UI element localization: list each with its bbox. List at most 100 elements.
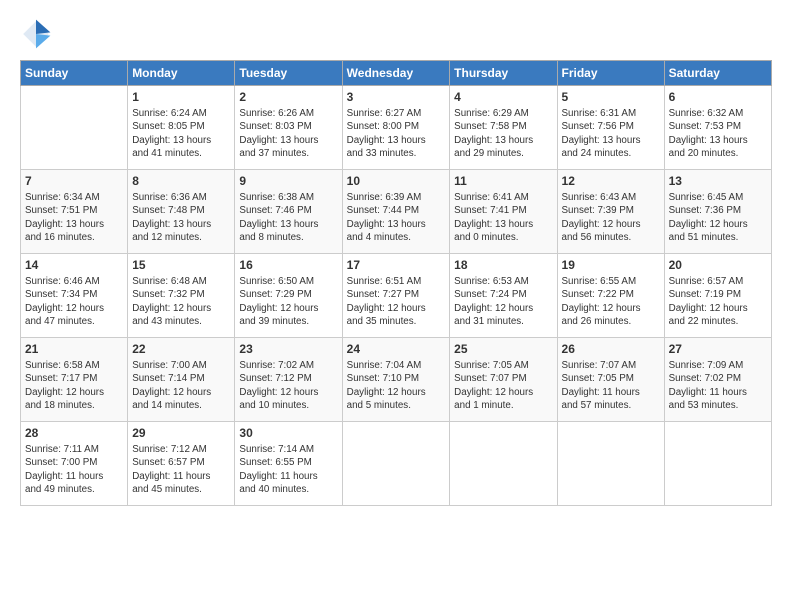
day-number: 25 <box>454 341 552 357</box>
weekday-header: Monday <box>128 61 235 86</box>
day-number: 20 <box>669 257 767 273</box>
day-info: Sunrise: 7:09 AM Sunset: 7:02 PM Dayligh… <box>669 360 747 411</box>
day-number: 10 <box>347 173 446 189</box>
calendar-cell: 22Sunrise: 7:00 AM Sunset: 7:14 PM Dayli… <box>128 338 235 422</box>
calendar-cell: 2Sunrise: 6:26 AM Sunset: 8:03 PM Daylig… <box>235 86 342 170</box>
day-number: 15 <box>132 257 230 273</box>
day-number: 1 <box>132 89 230 105</box>
day-info: Sunrise: 6:38 AM Sunset: 7:46 PM Dayligh… <box>239 192 318 243</box>
day-number: 29 <box>132 425 230 441</box>
day-info: Sunrise: 7:07 AM Sunset: 7:05 PM Dayligh… <box>562 360 640 411</box>
day-info: Sunrise: 7:14 AM Sunset: 6:55 PM Dayligh… <box>239 444 317 495</box>
calendar-cell: 30 Sunrise: 7:14 AM Sunset: 6:55 PM Dayli… <box>235 422 342 506</box>
day-info: Sunrise: 6:27 AM Sunset: 8:00 PM Dayligh… <box>347 108 426 159</box>
logo <box>20 18 56 50</box>
weekday-header: Saturday <box>664 61 771 86</box>
day-info: Sunrise: 6:29 AM Sunset: 7:58 PM Dayligh… <box>454 108 533 159</box>
day-number: 21 <box>25 341 123 357</box>
day-number: 22 <box>132 341 230 357</box>
calendar-cell: 7Sunrise: 6:34 AM Sunset: 7:51 PM Daylig… <box>21 170 128 254</box>
calendar-week-row: 1 Sunrise: 6:24 AM Sunset: 8:05 PM Daylig… <box>21 86 772 170</box>
calendar-week-row: 7Sunrise: 6:34 AM Sunset: 7:51 PM Daylig… <box>21 170 772 254</box>
day-number: 12 <box>562 173 660 189</box>
logo-icon <box>20 18 52 50</box>
day-info: Sunrise: 6:26 AM Sunset: 8:03 PM Dayligh… <box>239 108 318 159</box>
day-number: 24 <box>347 341 446 357</box>
day-info: Sunrise: 6:41 AM Sunset: 7:41 PM Dayligh… <box>454 192 533 243</box>
calendar-cell <box>664 422 771 506</box>
day-number: 5 <box>562 89 660 105</box>
day-number: 3 <box>347 89 446 105</box>
day-number: 23 <box>239 341 337 357</box>
calendar-cell: 23 Sunrise: 7:02 AM Sunset: 7:12 PM Dayli… <box>235 338 342 422</box>
calendar-cell: 3 Sunrise: 6:27 AM Sunset: 8:00 PM Daylig… <box>342 86 450 170</box>
calendar-week-row: 28 Sunrise: 7:11 AM Sunset: 7:00 PM Dayli… <box>21 422 772 506</box>
calendar-cell: 16 Sunrise: 6:50 AM Sunset: 7:29 PM Dayli… <box>235 254 342 338</box>
calendar-cell <box>557 422 664 506</box>
day-number: 17 <box>347 257 446 273</box>
calendar-cell: 8 Sunrise: 6:36 AM Sunset: 7:48 PM Daylig… <box>128 170 235 254</box>
calendar-cell <box>450 422 557 506</box>
calendar-cell: 15 Sunrise: 6:48 AM Sunset: 7:32 PM Dayli… <box>128 254 235 338</box>
day-info: Sunrise: 6:31 AM Sunset: 7:56 PM Dayligh… <box>562 108 641 159</box>
day-info: Sunrise: 6:50 AM Sunset: 7:29 PM Dayligh… <box>239 276 318 327</box>
day-number: 9 <box>239 173 337 189</box>
day-number: 16 <box>239 257 337 273</box>
calendar-cell: 12 Sunrise: 6:43 AM Sunset: 7:39 PM Dayli… <box>557 170 664 254</box>
weekday-header: Friday <box>557 61 664 86</box>
calendar-cell: 24 Sunrise: 7:04 AM Sunset: 7:10 PM Dayli… <box>342 338 450 422</box>
day-info: Sunrise: 7:02 AM Sunset: 7:12 PM Dayligh… <box>239 360 318 411</box>
calendar-cell: 1 Sunrise: 6:24 AM Sunset: 8:05 PM Daylig… <box>128 86 235 170</box>
day-number: 4 <box>454 89 552 105</box>
day-number: 30 <box>239 425 337 441</box>
calendar-cell: 28 Sunrise: 7:11 AM Sunset: 7:00 PM Dayli… <box>21 422 128 506</box>
calendar-cell: 19Sunrise: 6:55 AM Sunset: 7:22 PM Dayli… <box>557 254 664 338</box>
calendar-cell: 5 Sunrise: 6:31 AM Sunset: 7:56 PM Daylig… <box>557 86 664 170</box>
calendar-cell: 4 Sunrise: 6:29 AM Sunset: 7:58 PM Daylig… <box>450 86 557 170</box>
day-number: 6 <box>669 89 767 105</box>
calendar-week-row: 14Sunrise: 6:46 AM Sunset: 7:34 PM Dayli… <box>21 254 772 338</box>
page: SundayMondayTuesdayWednesdayThursdayFrid… <box>0 0 792 516</box>
calendar-cell: 6 Sunrise: 6:32 AM Sunset: 7:53 PM Daylig… <box>664 86 771 170</box>
day-number: 11 <box>454 173 552 189</box>
day-info: Sunrise: 6:51 AM Sunset: 7:27 PM Dayligh… <box>347 276 426 327</box>
calendar-cell: 14Sunrise: 6:46 AM Sunset: 7:34 PM Dayli… <box>21 254 128 338</box>
calendar-cell <box>21 86 128 170</box>
day-info: Sunrise: 7:12 AM Sunset: 6:57 PM Dayligh… <box>132 444 210 495</box>
weekday-header: Thursday <box>450 61 557 86</box>
day-info: Sunrise: 6:57 AM Sunset: 7:19 PM Dayligh… <box>669 276 748 327</box>
day-info: Sunrise: 6:32 AM Sunset: 7:53 PM Dayligh… <box>669 108 748 159</box>
calendar-cell <box>342 422 450 506</box>
day-info: Sunrise: 6:39 AM Sunset: 7:44 PM Dayligh… <box>347 192 426 243</box>
day-info: Sunrise: 6:48 AM Sunset: 7:32 PM Dayligh… <box>132 276 211 327</box>
calendar-cell: 27 Sunrise: 7:09 AM Sunset: 7:02 PM Dayli… <box>664 338 771 422</box>
day-info: Sunrise: 6:36 AM Sunset: 7:48 PM Dayligh… <box>132 192 211 243</box>
day-info: Sunrise: 7:05 AM Sunset: 7:07 PM Dayligh… <box>454 360 533 411</box>
calendar-header-row: SundayMondayTuesdayWednesdayThursdayFrid… <box>21 61 772 86</box>
day-number: 27 <box>669 341 767 357</box>
weekday-header: Tuesday <box>235 61 342 86</box>
calendar-week-row: 21 Sunrise: 6:58 AM Sunset: 7:17 PM Dayli… <box>21 338 772 422</box>
calendar-cell: 11 Sunrise: 6:41 AM Sunset: 7:41 PM Dayli… <box>450 170 557 254</box>
day-info: Sunrise: 6:34 AM Sunset: 7:51 PM Dayligh… <box>25 192 104 243</box>
day-info: Sunrise: 6:43 AM Sunset: 7:39 PM Dayligh… <box>562 192 641 243</box>
day-info: Sunrise: 6:45 AM Sunset: 7:36 PM Dayligh… <box>669 192 748 243</box>
calendar-cell: 17 Sunrise: 6:51 AM Sunset: 7:27 PM Dayli… <box>342 254 450 338</box>
day-number: 18 <box>454 257 552 273</box>
calendar-cell: 25 Sunrise: 7:05 AM Sunset: 7:07 PM Dayli… <box>450 338 557 422</box>
calendar-cell: 21 Sunrise: 6:58 AM Sunset: 7:17 PM Dayli… <box>21 338 128 422</box>
day-info: Sunrise: 6:46 AM Sunset: 7:34 PM Dayligh… <box>25 276 104 327</box>
day-info: Sunrise: 6:24 AM Sunset: 8:05 PM Dayligh… <box>132 108 211 159</box>
day-number: 13 <box>669 173 767 189</box>
calendar-table: SundayMondayTuesdayWednesdayThursdayFrid… <box>20 60 772 506</box>
day-info: Sunrise: 6:55 AM Sunset: 7:22 PM Dayligh… <box>562 276 641 327</box>
calendar-cell: 26 Sunrise: 7:07 AM Sunset: 7:05 PM Dayli… <box>557 338 664 422</box>
day-number: 28 <box>25 425 123 441</box>
calendar-cell: 13 Sunrise: 6:45 AM Sunset: 7:36 PM Dayli… <box>664 170 771 254</box>
day-info: Sunrise: 6:58 AM Sunset: 7:17 PM Dayligh… <box>25 360 104 411</box>
calendar-cell: 9 Sunrise: 6:38 AM Sunset: 7:46 PM Daylig… <box>235 170 342 254</box>
day-number: 26 <box>562 341 660 357</box>
day-number: 8 <box>132 173 230 189</box>
day-info: Sunrise: 7:04 AM Sunset: 7:10 PM Dayligh… <box>347 360 426 411</box>
day-info: Sunrise: 7:11 AM Sunset: 7:00 PM Dayligh… <box>25 444 103 495</box>
